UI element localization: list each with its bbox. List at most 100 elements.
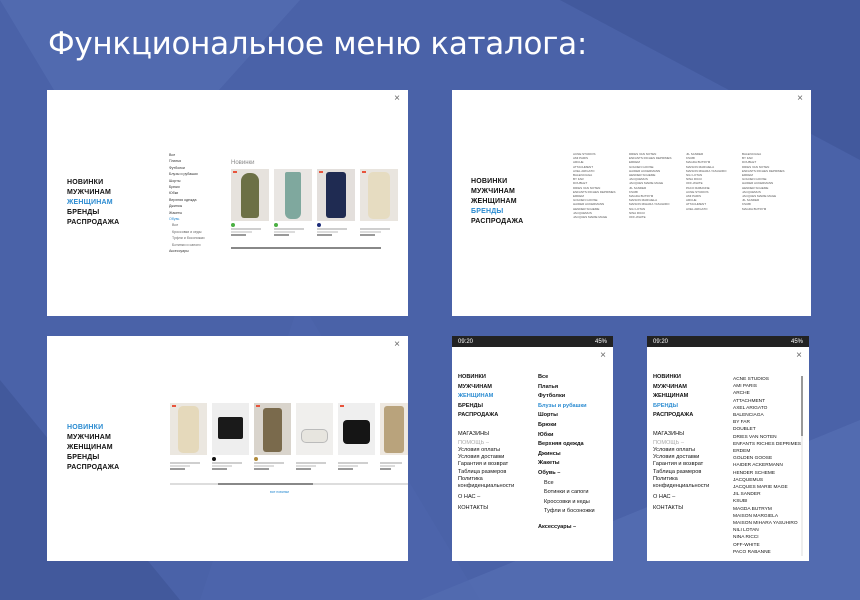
menu-item[interactable]: РАСПРОДАЖА: [653, 411, 693, 421]
product-card[interactable]: [254, 403, 291, 470]
brand-item[interactable]: AXEL ARIGATO: [686, 207, 726, 211]
brand-item[interactable]: ATTACHMENT: [733, 398, 801, 405]
brand-item[interactable]: DOUBLET: [733, 426, 801, 433]
menu-item[interactable]: МУЖЧИНАМ: [458, 383, 498, 393]
about-toggle[interactable]: О НАС –: [653, 490, 709, 504]
products-scrollbar[interactable]: [170, 483, 408, 485]
menu-item-active[interactable]: БРЕНДЫ: [471, 207, 523, 217]
help-link[interactable]: Гарантия и возврат: [458, 461, 514, 468]
product-card[interactable]: [274, 169, 312, 236]
brand-item[interactable]: MAISON MARGIELA: [733, 513, 801, 520]
help-link[interactable]: конфиденциальности: [458, 483, 514, 490]
product-card[interactable]: [212, 403, 249, 470]
menu-item[interactable]: МУЖЧИНАМ: [653, 383, 693, 393]
product-card[interactable]: [360, 169, 398, 236]
menu-item[interactable]: РАСПРОДАЖА: [458, 411, 498, 421]
menu-item[interactable]: НОВИНКИ: [67, 178, 119, 188]
about-toggle[interactable]: О НАС –: [458, 490, 514, 504]
menu-item[interactable]: БРЕНДЫ: [458, 402, 498, 412]
brand-item[interactable]: BY FAR: [733, 419, 801, 426]
category-item[interactable]: Шорты: [538, 411, 595, 421]
stores-link[interactable]: МАГАЗИНЫ: [458, 430, 514, 439]
brand-item[interactable]: MAGDA BUTRYM: [733, 506, 801, 513]
menu-item[interactable]: НОВИНКИ: [471, 177, 523, 187]
help-link[interactable]: конфиденциальности: [653, 483, 709, 490]
brand-item[interactable]: OFF-WHITE: [733, 542, 801, 549]
brand-item[interactable]: AMI PARIS: [733, 383, 801, 390]
menu-item[interactable]: РАСПРОДАЖА: [67, 463, 119, 473]
help-link[interactable]: Условия доставки: [653, 454, 709, 461]
stores-link[interactable]: МАГАЗИНЫ: [653, 430, 709, 439]
menu-item[interactable]: МУЖЧИНАМ: [471, 187, 523, 197]
brand-item[interactable]: ENFANTS RICHES DEPRIMES: [733, 441, 801, 448]
brand-item[interactable]: ACNE STUDIOS: [733, 376, 801, 383]
product-card[interactable]: [380, 403, 408, 470]
category-item[interactable]: Футболки: [538, 392, 595, 402]
category-subitem[interactable]: Ботинки и сапоги: [538, 488, 595, 498]
menu-item-active[interactable]: НОВИНКИ: [67, 423, 119, 433]
brand-item[interactable]: NILI LOTAN: [733, 527, 801, 534]
show-all-new-link[interactable]: все новинки: [270, 490, 289, 494]
brand-item[interactable]: JACQUEMUS: [733, 477, 801, 484]
help-link[interactable]: Таблица размеров: [653, 469, 709, 476]
product-card[interactable]: [296, 403, 333, 470]
brand-item[interactable]: JACQUES MARIE MAGE: [573, 215, 616, 219]
category-item[interactable]: Юбки: [538, 431, 595, 441]
category-subitem[interactable]: Все: [538, 479, 595, 489]
help-toggle[interactable]: ПОМОЩЬ –: [653, 439, 709, 448]
menu-item[interactable]: МУЖЧИНАМ: [67, 188, 119, 198]
brand-item[interactable]: MAISON MIHARA YASUHIRO: [733, 520, 801, 527]
help-link[interactable]: Условия доставки: [458, 454, 514, 461]
close-icon[interactable]: ×: [797, 94, 803, 104]
products-scrollbar[interactable]: [231, 247, 381, 249]
close-icon[interactable]: ×: [796, 351, 802, 361]
menu-item[interactable]: БРЕНДЫ: [67, 208, 119, 218]
category-subitem[interactable]: Туфли и босоножки: [169, 235, 205, 241]
brand-item[interactable]: BALENCIAGA: [733, 412, 801, 419]
menu-item[interactable]: ЖЕНЩИНАМ: [471, 197, 523, 207]
category-item[interactable]: Жакеты: [538, 459, 595, 469]
category-item[interactable]: Все: [538, 373, 595, 383]
category-item[interactable]: Аксессуары –: [538, 523, 595, 533]
menu-item-active[interactable]: БРЕНДЫ: [653, 402, 693, 412]
menu-item[interactable]: ЖЕНЩИНАМ: [653, 392, 693, 402]
brand-item[interactable]: DRIES VAN NOTEN: [733, 434, 801, 441]
category-item[interactable]: Джинсы: [538, 450, 595, 460]
product-card[interactable]: [317, 169, 355, 236]
brand-item[interactable]: HENDER SCHEME: [733, 470, 801, 477]
help-link[interactable]: Политика: [458, 476, 514, 483]
menu-item[interactable]: РАСПРОДАЖА: [67, 218, 119, 228]
menu-item-active[interactable]: ЖЕНЩИНАМ: [67, 198, 119, 208]
menu-item-active[interactable]: ЖЕНЩИНАМ: [458, 392, 498, 402]
category-subitem[interactable]: Кроссовки и кеды: [538, 498, 595, 508]
product-card[interactable]: [231, 169, 269, 236]
close-icon[interactable]: ×: [600, 351, 606, 361]
contacts-link[interactable]: КОНТАКТЫ: [458, 504, 514, 513]
help-link[interactable]: Таблица размеров: [458, 469, 514, 476]
brand-item[interactable]: GOLDEN GOOSE: [733, 455, 801, 462]
menu-item[interactable]: ЖЕНЩИНАМ: [67, 443, 119, 453]
menu-item[interactable]: РАСПРОДАЖА: [471, 217, 523, 227]
close-icon[interactable]: ×: [394, 94, 400, 104]
product-card[interactable]: [338, 403, 375, 470]
menu-item[interactable]: МУЖЧИНАМ: [67, 433, 119, 443]
menu-item[interactable]: БРЕНДЫ: [67, 453, 119, 463]
category-item[interactable]: Обувь –: [538, 469, 595, 479]
category-item[interactable]: Верхняя одежда: [538, 440, 595, 450]
brand-item[interactable]: HAIDER ACKERMANN: [733, 462, 801, 469]
help-toggle[interactable]: ПОМОЩЬ –: [458, 439, 514, 448]
product-card[interactable]: [170, 403, 207, 470]
brand-item[interactable]: PACO RABANNE: [733, 549, 801, 556]
menu-item[interactable]: НОВИНКИ: [653, 373, 693, 383]
brand-item[interactable]: KSUBI: [733, 498, 801, 505]
category-item[interactable]: Брюки: [538, 421, 595, 431]
brand-item[interactable]: JACQUES MARIE MAGE: [733, 484, 801, 491]
category-item[interactable]: Аксессуары: [169, 248, 205, 254]
brand-item[interactable]: AXEL ARIGATO: [733, 405, 801, 412]
brand-item[interactable]: MAGDA BUTRYM: [742, 207, 785, 211]
brand-item[interactable]: OFF-WHITE: [629, 215, 672, 219]
brand-item[interactable]: JIL SANDER: [733, 491, 801, 498]
help-link[interactable]: Гарантия и возврат: [653, 461, 709, 468]
category-item-active[interactable]: Блузы и рубашки: [538, 402, 595, 412]
brand-item[interactable]: ARCHE: [733, 390, 801, 397]
